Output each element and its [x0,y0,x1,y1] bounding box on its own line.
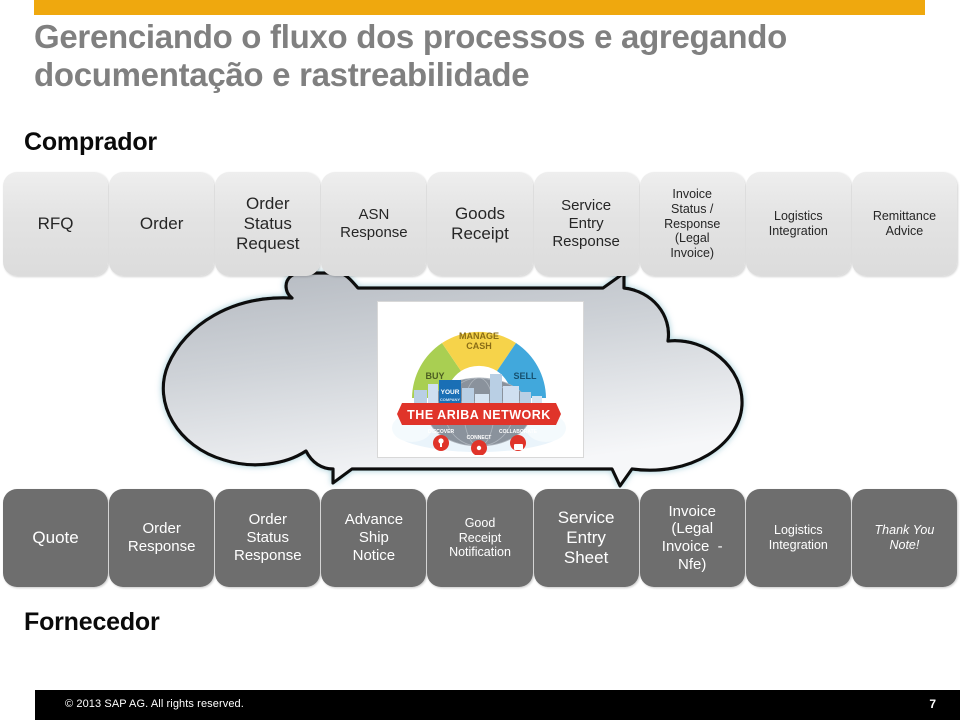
supplier-box-label: Good Receipt Notification [449,515,511,560]
buyer-box-order[interactable]: Order [109,172,215,276]
buyer-box-rfq[interactable]: RFQ [3,172,109,276]
supplier-box-label: Order Response [127,520,196,555]
ariba-network-graphic: BUY MANAGE CASH SELL YOUR COMPANY THE AR… [377,301,584,458]
svg-text:DISCOVER: DISCOVER [428,429,455,435]
buyer-box-label: Order [139,213,184,233]
buyer-box-service-entry-response[interactable]: Service Entry Response [533,172,639,276]
supplier-box-advance-ship-notice[interactable]: Advance Ship Notice [321,489,427,587]
supplier-box-order-status-response[interactable]: Order Status Response [215,489,321,587]
svg-text:YOUR: YOUR [441,389,460,396]
copyright-text: © 2013 SAP AG. All rights reserved. [65,698,244,710]
buyer-box-label: Invoice Status / Response (Legal Invoice) [664,187,721,261]
supplier-role-label: Fornecedor [24,608,160,636]
title-accent-bar [34,0,925,15]
buyer-box-label: Goods Receipt [451,203,509,243]
supplier-process-row: Quote Order Response Order Status Response … [3,489,957,587]
slide-footer: © 2013 SAP AG. All rights reserved. 7 [35,690,960,720]
supplier-box-thank-you-note[interactable]: Thank You Note! [851,489,957,587]
buyer-box-label: Service Entry Response [552,197,620,250]
supplier-box-good-receipt-notification[interactable]: Good Receipt Notification [427,489,533,587]
buyer-box-invoice-status-response[interactable]: Invoice Status / Response (Legal Invoice) [639,172,745,276]
svg-text:SELL: SELL [513,371,537,381]
buyer-box-asn-response[interactable]: ASN Response [321,172,427,276]
buyer-box-remittance-advice[interactable]: Remittance Advice [851,172,957,276]
buyer-box-label: RFQ [37,213,74,233]
svg-text:MANAGE: MANAGE [459,331,499,341]
supplier-box-label: Invoice (Legal Invoice - Nfe) [661,502,723,573]
buyer-box-order-status-request[interactable]: Order Status Request [215,172,321,276]
supplier-box-label: Order Status Response [234,511,302,564]
svg-text:COLLABORATE: COLLABORATE [499,429,538,435]
svg-text:BUY: BUY [425,371,444,381]
buyer-box-label: ASN Response [340,206,408,241]
slide-canvas: Gerenciando o fluxo dos processos e agre… [0,0,960,720]
buyer-box-logistics-integration[interactable]: Logistics Integration [745,172,851,276]
supplier-box-label: Advance Ship Notice [344,511,404,564]
supplier-box-invoice-legal-nfe[interactable]: Invoice (Legal Invoice - Nfe) [639,489,745,587]
supplier-box-quote[interactable]: Quote [3,489,109,587]
buyer-role-label: Comprador [24,128,157,156]
page-number: 7 [929,697,936,711]
buyer-box-label: Remittance Advice [872,209,937,238]
buyer-box-goods-receipt[interactable]: Goods Receipt [427,172,533,276]
buyer-box-label: Order Status Request [236,193,300,254]
page-title: Gerenciando o fluxo dos processos e agre… [34,18,788,93]
buyer-box-label: Logistics Integration [768,209,828,238]
supplier-box-logistics-integration[interactable]: Logistics Integration [745,489,851,587]
supplier-box-label: Quote [32,527,79,547]
supplier-box-service-entry-sheet[interactable]: Service Entry Sheet [533,489,639,587]
supplier-box-label: Logistics Integration [768,523,828,552]
buyer-process-row: RFQ Order Order Status Request ASN Response… [3,172,957,276]
svg-text:THE ARIBA NETWORK: THE ARIBA NETWORK [407,408,551,422]
svg-text:CASH: CASH [466,341,492,351]
svg-text:COMPANY: COMPANY [440,397,460,402]
supplier-box-order-response[interactable]: Order Response [109,489,215,587]
supplier-box-label: Thank You Note! [874,523,935,552]
supplier-box-label: Service Entry Sheet [557,507,615,568]
